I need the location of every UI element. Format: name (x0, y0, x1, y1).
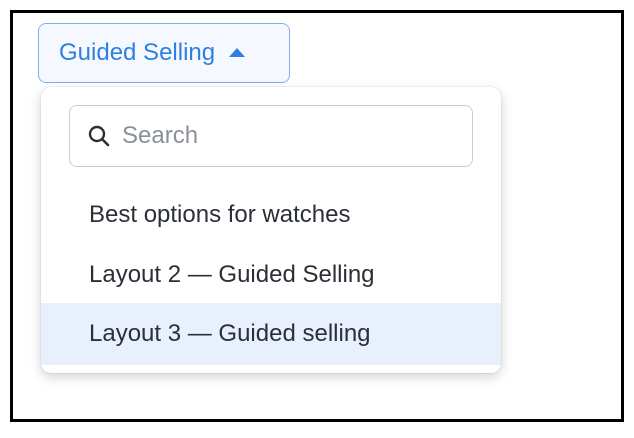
dropdown-option-best-options-for-watches[interactable]: Best options for watches (41, 185, 501, 245)
dropdown-menu: Best options for watches Layout 2 — Guid… (41, 87, 501, 373)
search-input[interactable] (120, 121, 444, 151)
option-label: Layout 2 — Guided Selling (89, 261, 375, 288)
guided-selling-dropdown-button[interactable]: Guided Selling (38, 23, 290, 83)
dropdown-option-layout-3[interactable]: Layout 3 — Guided selling (41, 303, 501, 365)
dropdown-option-layout-2[interactable]: Layout 2 — Guided Selling (41, 245, 501, 305)
screenshot-frame: Guided Selling Best options for watches … (10, 10, 624, 422)
option-label: Layout 3 — Guided selling (89, 320, 371, 347)
caret-up-icon (229, 47, 246, 57)
search-box[interactable] (69, 105, 473, 167)
dropdown-trigger-label: Guided Selling (59, 39, 216, 66)
search-icon (88, 125, 110, 147)
option-label: Best options for watches (89, 201, 351, 228)
